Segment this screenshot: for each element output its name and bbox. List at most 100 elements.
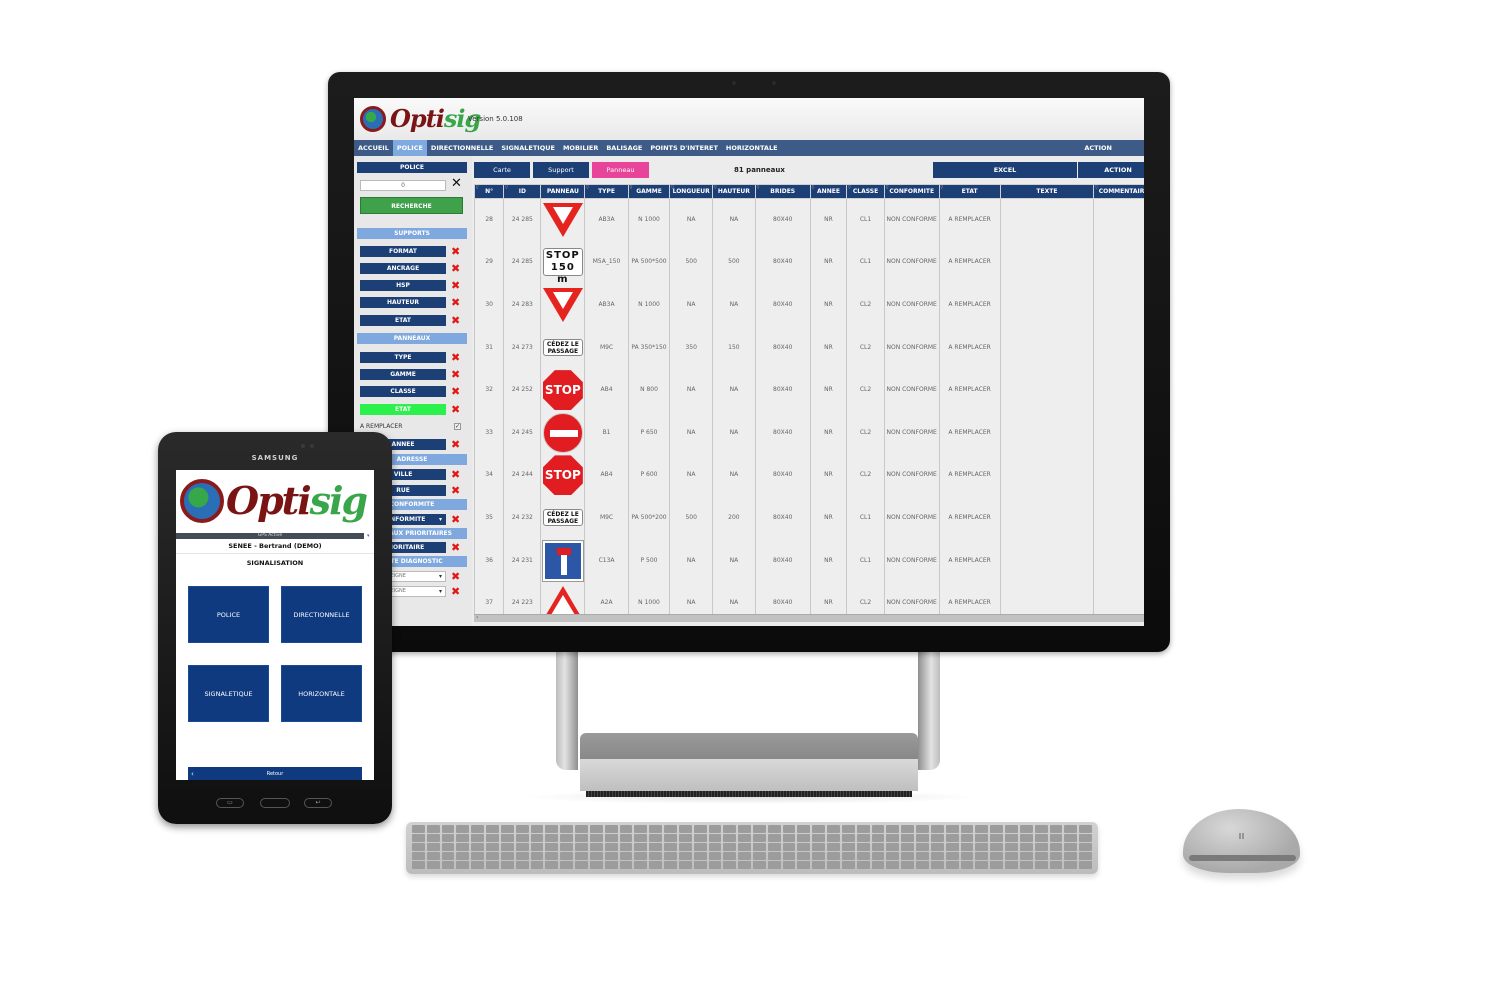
- gps-dropdown-icon[interactable]: ▾: [367, 533, 370, 539]
- column-header-hauteur[interactable]: ◊ HAUTEUR: [712, 184, 756, 199]
- filter-gamme[interactable]: GAMME: [360, 369, 446, 380]
- search-input[interactable]: 0: [360, 180, 446, 191]
- table-row[interactable]: 29 24 285 STOP 150 m M5A_150 PA 500*500 500 500…: [474, 241, 1144, 285]
- home-key[interactable]: [260, 798, 290, 808]
- nav-item-horizontale[interactable]: HORIZONTALE: [722, 140, 782, 156]
- nav-action-menu[interactable]: ACTION: [1084, 140, 1112, 156]
- column-header-no[interactable]: ◊ N°: [474, 184, 505, 199]
- column-header-gamme[interactable]: ◊ GAMME: [627, 184, 671, 199]
- tab-panneau[interactable]: Panneau: [592, 162, 649, 178]
- column-header-etat[interactable]: ◊ ETAT: [938, 184, 1001, 199]
- nav-item-mobilier[interactable]: MOBILIER: [559, 140, 602, 156]
- optisig-logo[interactable]: Optisig: [360, 104, 481, 133]
- column-header-brides[interactable]: ◊ BRIDES: [754, 184, 811, 199]
- sign-deadend-icon[interactable]: [541, 539, 584, 582]
- table-row[interactable]: 36 24 231 C13A P 500 NA NA 80X40 NR CL1 NON CONFO…: [474, 539, 1144, 582]
- sign-stop-icon[interactable]: STOP: [542, 370, 583, 411]
- remove-filter-icon[interactable]: ✖: [451, 485, 460, 496]
- nav-item-balisage[interactable]: BALISAGE: [602, 140, 646, 156]
- remove-filter-icon[interactable]: ✖: [451, 571, 460, 582]
- sign-bump-icon[interactable]: [542, 586, 583, 614]
- horizontal-scrollbar[interactable]: ‹: [474, 614, 1144, 622]
- sort-icon[interactable]: ◊: [848, 186, 850, 191]
- column-header-classe[interactable]: ◊ CLASSE: [846, 184, 885, 199]
- remove-filter-icon[interactable]: ✖: [451, 439, 460, 450]
- sign-stop-icon[interactable]: STOP: [542, 455, 583, 496]
- nav-item-signaletique[interactable]: SIGNALETIQUE: [497, 140, 559, 156]
- scroll-left-icon[interactable]: ‹: [476, 614, 478, 621]
- sign-cedez-icon[interactable]: CÉDEZ LE PASSAGE: [542, 509, 583, 527]
- column-header-texte[interactable]: TEXTE: [999, 184, 1095, 199]
- sort-icon[interactable]: ◊: [476, 186, 478, 191]
- remove-filter-icon[interactable]: ✖: [451, 263, 460, 274]
- sort-icon[interactable]: ◊: [671, 186, 673, 191]
- action-button[interactable]: ACTION: [1078, 162, 1144, 178]
- section-panneaux[interactable]: PANNEAUX: [357, 333, 467, 344]
- table-row[interactable]: 37 24 223 A2A N 1000 NA NA 80X40 NR CL2 NON CONFO…: [474, 581, 1144, 614]
- column-header-annee[interactable]: ◊ ANNEE: [809, 184, 848, 199]
- remove-filter-icon[interactable]: ✖: [451, 369, 460, 380]
- sign-noentry-icon[interactable]: [542, 412, 583, 453]
- table-row[interactable]: 33 24 245 B1 P 650 NA NA 80X40 NR CL2 NON CONFORM…: [474, 411, 1144, 455]
- sort-icon[interactable]: ◊: [886, 186, 888, 191]
- filter-format[interactable]: FORMAT: [360, 246, 446, 257]
- sort-icon[interactable]: ◊: [1095, 186, 1097, 191]
- remove-filter-icon[interactable]: ✖: [451, 352, 460, 363]
- filter-type[interactable]: TYPE: [360, 352, 446, 363]
- nav-item-directionnelle[interactable]: DIRECTIONNELLE: [427, 140, 497, 156]
- recent-apps-key-icon[interactable]: ▭: [216, 798, 244, 808]
- remove-filter-icon[interactable]: ✖: [451, 404, 460, 415]
- search-button[interactable]: RECHERCHE: [360, 197, 463, 214]
- tablet-button-horizontale[interactable]: HORIZONTALE: [281, 665, 362, 722]
- tab-carte[interactable]: Carte: [474, 162, 530, 178]
- filter-support-etat[interactable]: ETAT: [360, 315, 446, 326]
- table-row[interactable]: 28 24 285 AB3A N 1000 NA NA 80X40 NR CL1 NON CONF…: [474, 198, 1144, 242]
- sort-icon[interactable]: ◊: [714, 186, 716, 191]
- sort-icon[interactable]: ◊: [812, 186, 814, 191]
- table-row[interactable]: 34 24 244 STOP AB4 P 600 NA NA 80X40 NR CL2 NON CO…: [474, 454, 1144, 497]
- column-header-longueur[interactable]: ◊ LONGUEUR: [669, 184, 714, 199]
- table-row[interactable]: 30 24 283 AB3A N 1000 NA NA 80X40 NR CL2 NON CONF…: [474, 283, 1144, 327]
- table-row[interactable]: 35 24 232 CÉDEZ LE PASSAGE M9C PA 500*200 500 2…: [474, 496, 1144, 540]
- sort-icon[interactable]: ◊: [586, 186, 588, 191]
- filter-panneau-etat[interactable]: ETAT: [360, 404, 446, 415]
- sign-yield-icon[interactable]: [542, 203, 583, 238]
- table-row[interactable]: 31 24 273 CÉDEZ LE PASSAGE M9C PA 350*150 350 1…: [474, 326, 1144, 369]
- clear-search-icon[interactable]: ✕: [451, 177, 462, 191]
- excel-export-button[interactable]: EXCEL: [933, 162, 1077, 178]
- etat-option-checkbox[interactable]: ✓: [454, 423, 461, 430]
- column-header-conformite[interactable]: ◊ CONFORMITE: [883, 184, 940, 199]
- column-header-id[interactable]: ◊ ID: [503, 184, 542, 199]
- remove-filter-icon[interactable]: ✖: [451, 514, 460, 525]
- section-supports[interactable]: SUPPORTS: [357, 228, 467, 239]
- back-key-icon[interactable]: ↩: [304, 798, 332, 808]
- column-header-type[interactable]: ◊ TYPE: [584, 184, 629, 199]
- table-row[interactable]: 32 24 252 STOP AB4 N 800 NA NA 80X40 NR CL2 NON CO…: [474, 368, 1144, 412]
- remove-filter-icon[interactable]: ✖: [451, 280, 460, 291]
- tablet-button-police[interactable]: POLICE: [188, 586, 269, 643]
- sign-stop150-icon[interactable]: STOP 150 m: [542, 248, 583, 285]
- remove-filter-icon[interactable]: ✖: [451, 469, 460, 480]
- filter-ancrage[interactable]: ANCRAGE: [360, 263, 446, 274]
- tablet-button-signaletique[interactable]: SIGNALETIQUE: [188, 665, 269, 722]
- remove-filter-icon[interactable]: ✖: [451, 246, 460, 257]
- remove-filter-icon[interactable]: ✖: [451, 297, 460, 308]
- nav-item-police[interactable]: POLICE: [392, 140, 427, 156]
- sort-icon[interactable]: ◊: [630, 186, 632, 191]
- sort-icon[interactable]: ◊: [757, 186, 759, 191]
- remove-filter-icon[interactable]: ✖: [451, 586, 460, 597]
- sort-icon[interactable]: ◊: [505, 186, 507, 191]
- sort-icon[interactable]: ◊: [941, 186, 943, 191]
- sign-yield-icon[interactable]: [542, 287, 583, 322]
- filter-classe[interactable]: CLASSE: [360, 386, 446, 397]
- tab-support[interactable]: Support: [533, 162, 589, 178]
- sign-cedez-icon[interactable]: CÉDEZ LE PASSAGE: [542, 339, 583, 357]
- tablet-button-directionnelle[interactable]: DIRECTIONNELLE: [281, 586, 362, 643]
- back-button[interactable]: ‹ Retour: [188, 767, 362, 780]
- remove-filter-icon[interactable]: ✖: [451, 315, 460, 326]
- remove-filter-icon[interactable]: ✖: [451, 542, 460, 553]
- filter-hsp[interactable]: HSP: [360, 280, 446, 291]
- column-header-panneau[interactable]: PANNEAU: [540, 184, 586, 199]
- remove-filter-icon[interactable]: ✖: [451, 386, 460, 397]
- column-header-commentaire[interactable]: ◊ COMMENTAIRE: [1093, 184, 1144, 199]
